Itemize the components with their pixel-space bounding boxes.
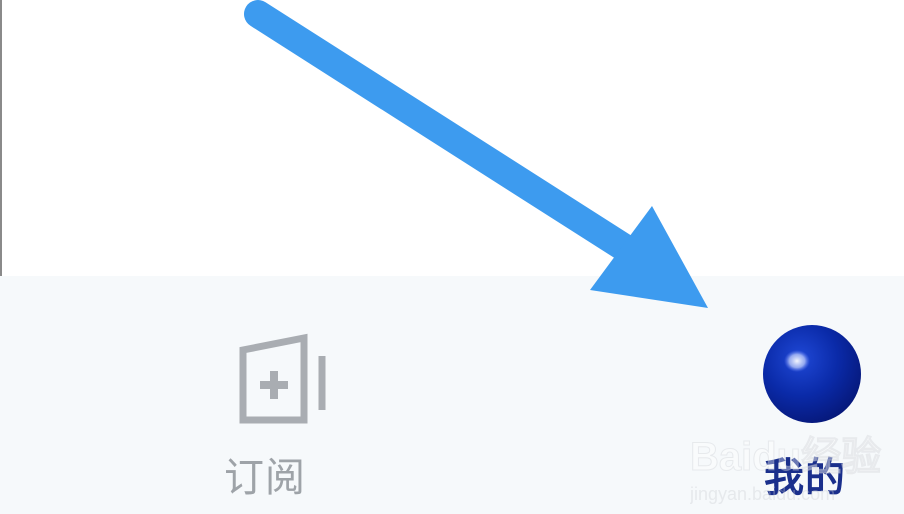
content-area: [2, 0, 904, 276]
tab-mine[interactable]: 我的: [740, 312, 904, 502]
add-subscription-icon: [229, 324, 329, 424]
app-screen: 订阅 我的 Baidu经验 jingyan.baidu.com: [0, 0, 904, 514]
tab-subscribe-label: 订阅: [224, 455, 306, 501]
tab-mine-label: 我的: [764, 455, 846, 501]
tab-subscribe[interactable]: 订阅: [214, 312, 344, 502]
avatar-sphere-icon: [760, 322, 864, 426]
